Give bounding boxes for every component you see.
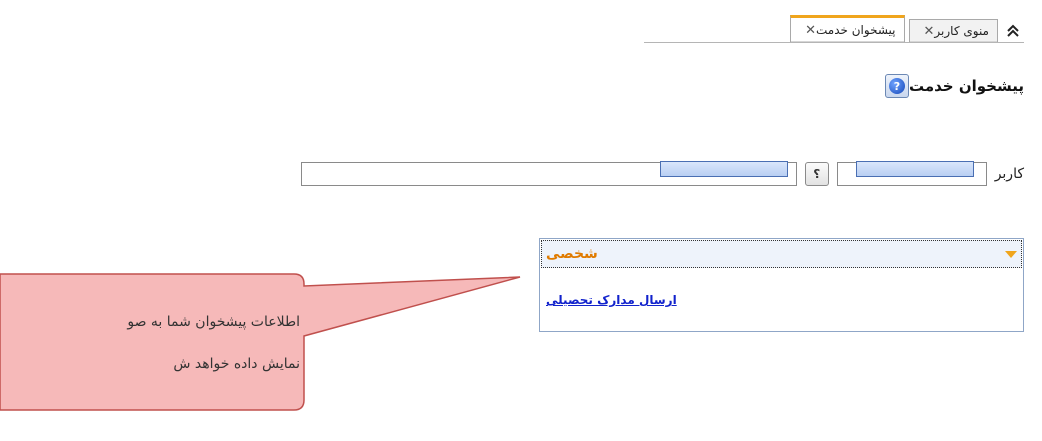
user-label: کاربر (994, 166, 1024, 182)
service-list: ارسال مدارک تحصیلی (540, 269, 1023, 331)
category-header[interactable]: شخصی (541, 240, 1022, 268)
collapse-up-icon[interactable] (1002, 18, 1024, 42)
callout-bubble (0, 273, 521, 411)
redacted-overlay (855, 161, 974, 177)
chevron-down-icon[interactable] (1005, 250, 1017, 258)
service-panel: شخصی ارسال مدارک تحصیلی (539, 238, 1024, 332)
tab-label: منوی کاربر (934, 24, 989, 38)
user-lookup-button[interactable]: ؟ (804, 162, 829, 186)
service-link-send-documents[interactable]: ارسال مدارک تحصیلی (546, 293, 677, 307)
close-tab-icon[interactable]: ✕ (805, 23, 816, 38)
tab-label: پیشخوان خدمت (816, 23, 896, 37)
page-title: پیشخوان خدمت (908, 77, 1024, 95)
user-code-input[interactable] (836, 161, 987, 186)
help-icon[interactable]: ? (884, 74, 909, 98)
callout-line-1: اطلاعات پیشخوان شما به صو (127, 314, 300, 330)
category-title: شخصی (546, 246, 598, 262)
redacted-overlay (659, 161, 788, 177)
tab-strip: ✕ منوی کاربر ✕ پیشخوان خدمت (786, 14, 1024, 42)
close-tab-icon[interactable]: ✕ (924, 24, 935, 39)
page-header: ? پیشخوان خدمت (879, 74, 1024, 98)
user-selector-row: کاربر ؟ (300, 161, 1024, 186)
tab-divider (644, 42, 1024, 43)
tab-service-desk[interactable]: ✕ پیشخوان خدمت (790, 15, 905, 42)
tab-user-menu[interactable]: ✕ منوی کاربر (908, 19, 998, 42)
user-name-input[interactable] (300, 161, 797, 186)
callout-line-2: نمایش داده خواهد ش (173, 356, 300, 372)
